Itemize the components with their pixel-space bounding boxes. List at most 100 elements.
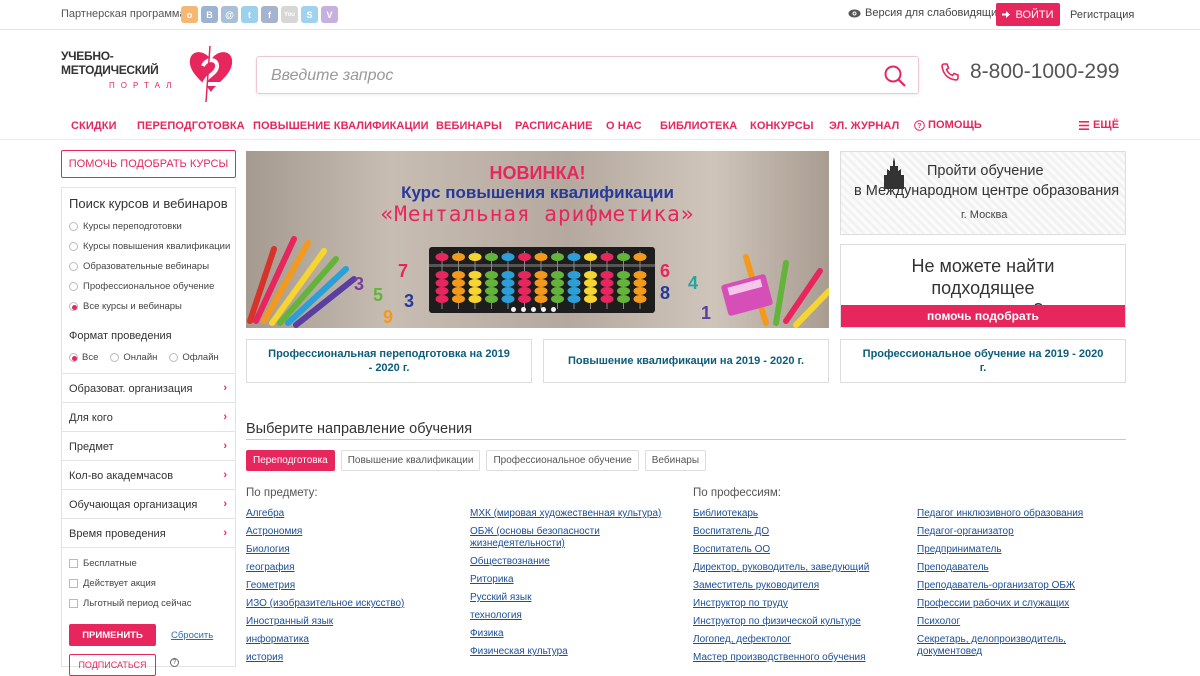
tab-qualification[interactable]: Повышение квалификации (340, 450, 481, 471)
help-pick-button[interactable]: помочь подобрать (841, 305, 1125, 327)
direction-link[interactable]: Инструктор по физической культуре (693, 616, 908, 628)
direction-link[interactable]: Алгебра (246, 508, 461, 520)
carousel-dot[interactable] (531, 307, 536, 312)
nav-more[interactable]: ЕЩЁ (1079, 119, 1119, 131)
format-option-all[interactable]: Все (69, 352, 98, 363)
direction-link[interactable]: Мастер производственного обучения (693, 652, 908, 664)
carousel-dot[interactable] (521, 307, 526, 312)
direction-link[interactable]: Профессии рабочих и служащих (917, 598, 1132, 610)
checkbox-promo[interactable]: Действует акция (69, 578, 156, 589)
direction-link[interactable]: информатика (246, 634, 461, 646)
hero-banner[interactable]: НОВИНКА! Курс повышения квалификации «Ме… (246, 151, 829, 328)
nav-item-help[interactable]: ? ПОМОЩЬ (914, 119, 982, 131)
viber-icon[interactable]: V (321, 6, 338, 23)
search-box[interactable]: Введите запрос (256, 56, 919, 94)
direction-link[interactable]: технология (470, 610, 685, 622)
search-input[interactable]: Введите запрос (271, 67, 393, 85)
nav-item-retraining[interactable]: ПЕРЕПОДГОТОВКА (137, 120, 245, 132)
carousel-dot[interactable] (511, 307, 516, 312)
tab-retraining[interactable]: Переподготовка (246, 450, 335, 471)
direction-link[interactable]: Биология (246, 544, 461, 556)
carousel-dot[interactable] (541, 307, 546, 312)
type-option-retraining[interactable]: Курсы переподготовки (69, 221, 182, 232)
phone-number[interactable]: 8-800-1000-299 (970, 60, 1119, 84)
direction-link[interactable]: Обществознание (470, 556, 685, 568)
tile-retraining[interactable]: Профессиональная переподготовка на 2019 … (246, 339, 532, 383)
partner-program-link[interactable]: Партнерская программа (61, 8, 186, 20)
tile-professional[interactable]: Профессиональное обучение на 2019 - 2020… (840, 339, 1126, 383)
direction-link[interactable]: МХК (мировая художественная культура) (470, 508, 685, 520)
filter-subject[interactable]: Предмет › (62, 431, 235, 460)
tab-webinars[interactable]: Вебинары (644, 450, 707, 471)
format-option-offline[interactable]: Офлайн (169, 352, 219, 363)
direction-link[interactable]: ОБЖ (основы безопасности жизнедеятельнос… (470, 526, 685, 550)
vk-icon[interactable]: В (201, 6, 218, 23)
direction-link[interactable]: Инструктор по труду (693, 598, 908, 610)
radio-icon (69, 262, 78, 271)
apply-button[interactable]: ПРИМЕНИТЬ (69, 624, 156, 646)
register-link[interactable]: Регистрация (1070, 9, 1134, 21)
tab-professional[interactable]: Профессиональное обучение (486, 450, 639, 471)
direction-link[interactable]: Физическая культура (470, 646, 685, 658)
checkbox-grace[interactable]: Льготный период сейчас (69, 598, 192, 609)
direction-link[interactable]: Русский язык (470, 592, 685, 604)
filter-training-org[interactable]: Обучающая организация › (62, 489, 235, 518)
carousel-dot[interactable] (551, 307, 556, 312)
direction-link[interactable]: Заместитель руководителя (693, 580, 908, 592)
question-icon[interactable]: ? (170, 658, 179, 667)
direction-link[interactable]: Педагог инклюзивного образования (917, 508, 1132, 520)
nav-item-contests[interactable]: КОНКУРСЫ (750, 120, 814, 132)
nav-item-webinars[interactable]: ВЕБИНАРЫ (436, 120, 502, 132)
direction-link[interactable]: Воспитатель ДО (693, 526, 908, 538)
direction-link[interactable]: Риторика (470, 574, 685, 586)
direction-link[interactable]: Библиотекарь (693, 508, 908, 520)
help-pick-courses-button[interactable]: ПОМОЧЬ ПОДОБРАТЬ КУРСЫ (61, 150, 236, 178)
nav-item-discounts[interactable]: СКИДКИ (71, 120, 117, 132)
format-option-online[interactable]: Онлайн (110, 352, 157, 363)
direction-link[interactable]: Педагог-организатор (917, 526, 1132, 538)
odnoklassniki-icon[interactable]: о (181, 6, 198, 23)
nav-item-about[interactable]: О НАС (606, 120, 642, 132)
direction-link[interactable]: Секретарь, делопроизводитель, документов… (917, 634, 1132, 658)
direction-link[interactable]: история (246, 652, 461, 664)
direction-link[interactable]: Астрономия (246, 526, 461, 538)
direction-link[interactable]: Логопед, дефектолог (693, 634, 908, 646)
subscribe-button[interactable]: ПОДПИСАТЬСЯ (69, 654, 156, 676)
direction-link[interactable]: ИЗО (изобразительное искусство) (246, 598, 461, 610)
direction-link[interactable]: Предприниматель (917, 544, 1132, 556)
nav-item-schedule[interactable]: РАСПИСАНИЕ (515, 120, 593, 132)
type-option-qualification[interactable]: Курсы повышения квалификации (69, 241, 230, 252)
checkbox-free[interactable]: Бесплатные (69, 558, 137, 569)
logo[interactable]: УЧЕБНО- МЕТОДИЧЕСКИЙ ПОРТАЛ (61, 46, 241, 102)
direction-link[interactable]: Преподаватель (917, 562, 1132, 574)
direction-link[interactable]: Преподаватель-организатор ОБЖ (917, 580, 1132, 592)
reset-link[interactable]: Сбросить (171, 630, 213, 641)
filter-time[interactable]: Время проведения › (62, 518, 235, 547)
direction-link[interactable]: Физика (470, 628, 685, 640)
direction-link[interactable]: Воспитатель ОО (693, 544, 908, 556)
youtube-icon[interactable]: You (281, 6, 298, 23)
filter-audience[interactable]: Для кого › (62, 402, 235, 431)
tile-qualification[interactable]: Повышение квалификации на 2019 - 2020 г. (543, 339, 829, 383)
filter-org-type[interactable]: Образоват. организация › (62, 373, 235, 402)
direction-link[interactable]: Иностранный язык (246, 616, 461, 628)
filter-hours[interactable]: Кол-во академчасов › (62, 460, 235, 489)
login-button[interactable]: ВОЙТИ (996, 3, 1060, 26)
direction-link[interactable]: Директор, руководитель, заведующий (693, 562, 908, 574)
search-icon[interactable] (884, 65, 906, 87)
direction-link[interactable]: Геометрия (246, 580, 461, 592)
nav-item-journal[interactable]: ЭЛ. ЖУРНАЛ (829, 120, 899, 132)
skype-icon[interactable]: S (301, 6, 318, 23)
type-option-all[interactable]: Все курсы и вебинары (69, 301, 182, 312)
direction-link[interactable]: Психолог (917, 616, 1132, 628)
nav-item-library[interactable]: БИБЛИОТЕКА (660, 120, 737, 132)
direction-link[interactable]: география (246, 562, 461, 574)
type-option-webinars[interactable]: Образовательные вебинары (69, 261, 209, 272)
promo-international-center[interactable]: Пройти обучение в Международном центре о… (840, 151, 1126, 235)
nav-item-qualification[interactable]: ПОВЫШЕНИЕ КВАЛИФИКАЦИИ (253, 120, 429, 132)
twitter-icon[interactable]: t (241, 6, 258, 23)
low-vision-link[interactable]: Версия для слабовидящих (848, 7, 1003, 19)
type-option-professional[interactable]: Профессиональное обучение (69, 281, 214, 292)
mail-icon[interactable]: @ (221, 6, 238, 23)
facebook-icon[interactable]: f (261, 6, 278, 23)
